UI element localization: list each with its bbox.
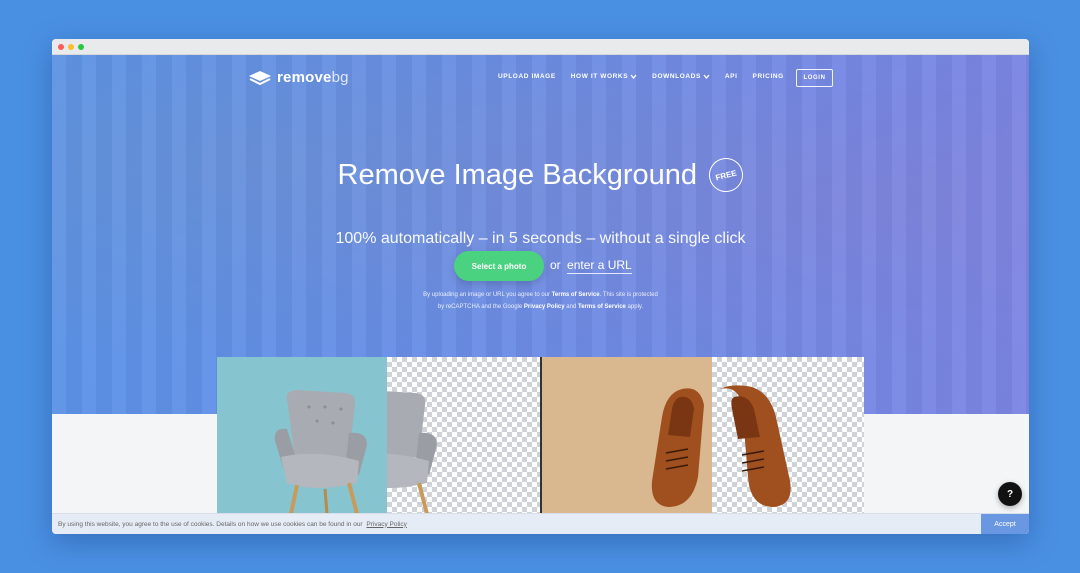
- logo[interactable]: removebg: [248, 69, 349, 86]
- chair-cutout-illustration: [387, 391, 437, 514]
- title-bar: [52, 39, 1029, 55]
- cookie-privacy-policy-link[interactable]: Privacy Policy: [366, 521, 406, 528]
- nav-pricing[interactable]: PRICING: [753, 73, 784, 80]
- enter-url-link[interactable]: enter a URL: [567, 258, 632, 274]
- terms-of-service-link-2[interactable]: Terms of Service: [578, 304, 626, 310]
- legal-text: By uploading an image or URL you agree t…: [423, 292, 550, 298]
- maximize-window-icon[interactable]: [78, 43, 84, 50]
- legal-notice: By uploading an image or URL you agree t…: [52, 289, 1029, 313]
- nav-how-it-works[interactable]: HOW IT WORKS: [571, 73, 637, 80]
- minimize-window-icon[interactable]: [68, 43, 74, 50]
- cookie-message: By using this website, you agree to the …: [58, 520, 363, 528]
- legal-text: and: [566, 304, 577, 310]
- shoes-illustration: [542, 357, 712, 514]
- help-button[interactable]: ?: [998, 482, 1022, 506]
- privacy-policy-link[interactable]: Privacy Policy: [524, 304, 565, 310]
- select-photo-button[interactable]: Select a photo: [454, 251, 544, 281]
- hero-title-row: Remove Image Background FREE: [52, 154, 1029, 196]
- or-text: or: [550, 258, 561, 272]
- chair-removed-bg-image: [387, 357, 540, 514]
- shoes-cutout-illustration: [720, 385, 791, 507]
- chair-illustration: [217, 357, 387, 514]
- nav-links: UPLOAD IMAGE HOW IT WORKS DOWNLOADS API …: [498, 73, 784, 80]
- nav-downloads[interactable]: DOWNLOADS: [652, 73, 710, 80]
- nav-api[interactable]: API: [725, 73, 738, 80]
- nav-upload-image[interactable]: UPLOAD IMAGE: [498, 73, 556, 80]
- logo-text: removebg: [277, 69, 349, 86]
- url-option: or enter a URL: [550, 258, 632, 274]
- cookie-banner: By using this website, you agree to the …: [52, 513, 1029, 534]
- accept-cookies-button[interactable]: Accept: [981, 513, 1029, 534]
- free-badge: FREE: [705, 154, 748, 196]
- legal-text: by reCAPTCHA and the Google: [437, 304, 523, 310]
- terms-of-service-link[interactable]: Terms of Service: [552, 292, 600, 298]
- layers-logo-icon: [249, 70, 271, 85]
- shoes-removed-bg-image: [712, 357, 864, 514]
- close-window-icon[interactable]: [58, 43, 64, 50]
- chair-original-image: [217, 357, 387, 514]
- chevron-down-icon: [703, 74, 710, 79]
- chevron-down-icon: [630, 74, 637, 79]
- page-title: Remove Image Background: [337, 158, 698, 191]
- legal-text: apply.: [627, 304, 644, 310]
- legal-text: . This site is protected: [599, 292, 658, 298]
- browser-window: removebg UPLOAD IMAGE HOW IT WORKS DOWNL…: [52, 39, 1029, 534]
- shoes-original-image: [542, 357, 712, 514]
- login-button[interactable]: LOGIN: [796, 69, 833, 87]
- hero-subtitle: 100% automatically – in 5 seconds – with…: [335, 230, 746, 247]
- top-navigation: removebg UPLOAD IMAGE HOW IT WORKS DOWNL…: [52, 69, 1029, 91]
- cookie-text: By using this website, you agree to the …: [52, 521, 981, 528]
- demo-images: [217, 357, 864, 514]
